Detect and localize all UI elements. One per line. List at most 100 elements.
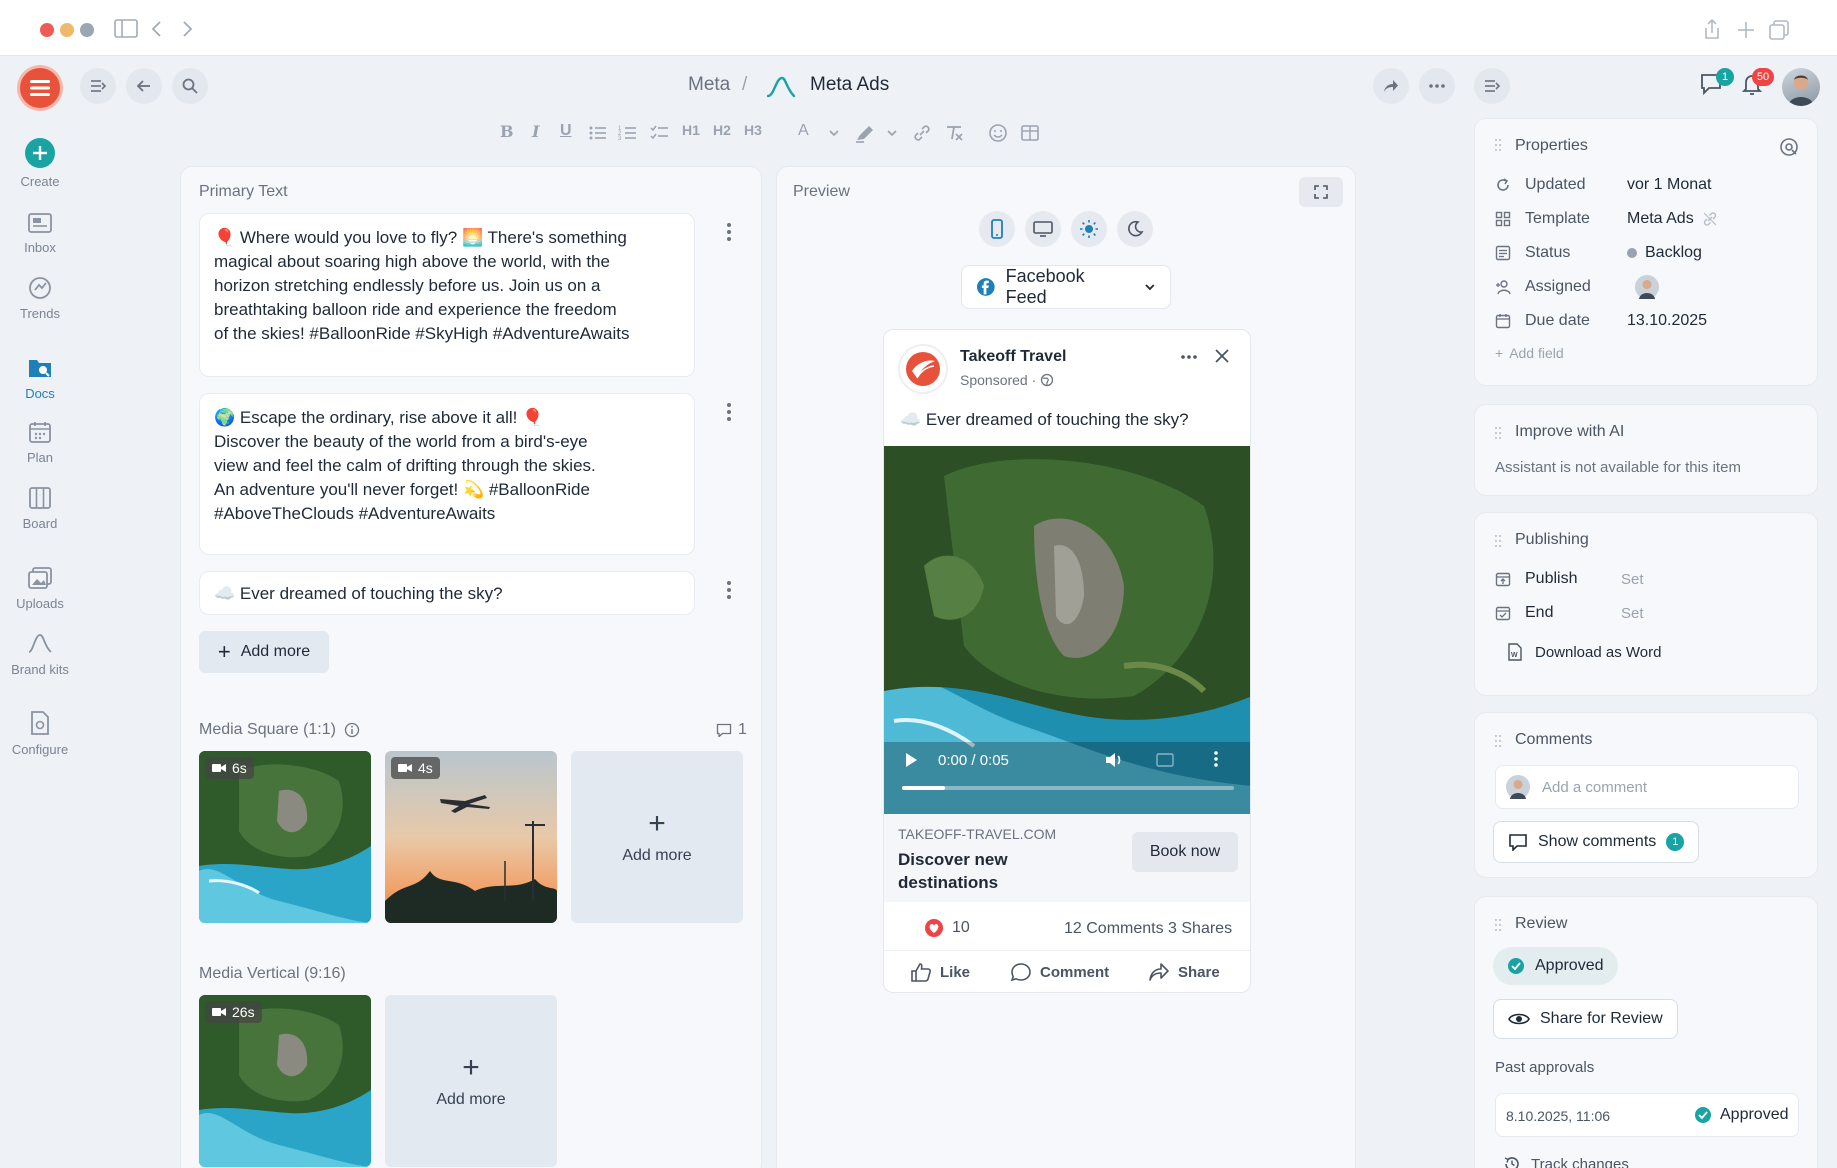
assignee-avatar[interactable] — [1627, 275, 1659, 299]
table-button[interactable] — [1020, 124, 1040, 142]
sidebar-item-configure[interactable]: Configure — [0, 710, 80, 757]
sidebar-item-uploads[interactable]: Uploads — [0, 566, 80, 611]
heading-2-button[interactable]: H2 — [713, 122, 731, 138]
share-window-icon[interactable] — [1702, 18, 1722, 42]
underline-button[interactable]: U — [560, 122, 572, 140]
post-video[interactable]: 0:00 / 0:05 — [884, 446, 1250, 814]
link-preview[interactable]: TAKEOFF-TRAVEL.COM Discover new destinat… — [884, 814, 1250, 902]
add-more-text-button[interactable]: + Add more — [199, 631, 329, 673]
variant-3-menu[interactable] — [727, 581, 731, 602]
collapse-menu-button[interactable] — [80, 68, 116, 104]
close-window-button[interactable] — [40, 23, 54, 37]
pip-button[interactable] — [1156, 752, 1174, 768]
variant-2-menu[interactable] — [727, 403, 731, 424]
past-approval-item[interactable]: 8.10.2025, 11:06 Approved — [1495, 1093, 1799, 1137]
highlighter-button[interactable] — [854, 123, 876, 143]
volume-button[interactable] — [1104, 752, 1124, 768]
download-word-button[interactable]: W Download as Word — [1507, 643, 1661, 661]
zoom-window-button[interactable] — [80, 23, 94, 37]
primary-text-variant-3[interactable]: ☁️ Ever dreamed of touching the sky? — [199, 571, 695, 615]
chevron-down-icon[interactable] — [886, 128, 898, 138]
heading-1-button[interactable]: H1 — [682, 122, 700, 138]
back-nav-icon[interactable] — [150, 18, 164, 40]
share-for-review-button[interactable]: Share for Review — [1493, 999, 1678, 1039]
sidebar-item-docs[interactable]: Docs — [0, 356, 80, 401]
drag-handle-icon[interactable] — [1495, 535, 1501, 549]
sidebar-item-board[interactable]: Board — [0, 486, 80, 531]
show-comments-button[interactable]: Show comments 1 — [1493, 821, 1700, 863]
add-field-button[interactable]: + Add field — [1495, 345, 1564, 361]
track-changes-button[interactable]: Track changes — [1503, 1155, 1629, 1168]
media-square-add-more[interactable]: + Add more — [571, 751, 743, 923]
comment-button[interactable]: Comment — [1010, 962, 1109, 982]
forward-nav-icon[interactable] — [180, 18, 194, 40]
font-color-button[interactable]: A — [798, 122, 809, 140]
publish-set-button[interactable]: Set — [1621, 571, 1644, 588]
sidebar-item-trends[interactable]: Trends — [0, 276, 80, 321]
primary-text-variant-1[interactable]: 🎈 Where would you love to fly? 🌅 There's… — [199, 213, 695, 377]
emoji-button[interactable] — [988, 123, 1008, 143]
feed-select[interactable]: Facebook Feed — [961, 265, 1171, 309]
breadcrumb-parent[interactable]: Meta — [688, 74, 730, 96]
drag-handle-icon[interactable] — [1495, 139, 1501, 153]
drag-handle-icon[interactable] — [1495, 427, 1501, 441]
media-comment-counter[interactable]: 1 — [716, 721, 747, 739]
numbered-list-button[interactable]: 123 — [618, 124, 638, 142]
sidebar-item-brand-kits[interactable]: Brand kits — [0, 632, 80, 677]
back-button[interactable] — [126, 68, 162, 104]
checklist-button[interactable] — [650, 124, 670, 142]
sidebar-item-plan[interactable]: Plan — [0, 420, 80, 465]
media-square-item-2[interactable]: 4s — [385, 751, 557, 923]
media-square-item-1[interactable]: 6s — [199, 751, 371, 923]
sidebar-item-create[interactable]: Create — [0, 138, 80, 189]
link-button[interactable] — [912, 124, 932, 142]
post-options-button[interactable] — [1180, 354, 1198, 360]
video-progress-track[interactable] — [902, 786, 1234, 790]
heading-3-button[interactable]: H3 — [744, 122, 762, 138]
post-close-button[interactable] — [1214, 348, 1230, 364]
bullet-list-button[interactable] — [588, 124, 608, 142]
desktop-view-button[interactable] — [1025, 211, 1061, 247]
variant-1-text[interactable]: 🎈 Where would you love to fly? 🌅 There's… — [214, 226, 634, 346]
fullscreen-button[interactable] — [1299, 177, 1343, 207]
share-button[interactable] — [1373, 68, 1409, 104]
chevron-down-icon[interactable] — [828, 128, 840, 138]
book-now-button[interactable]: Book now — [1132, 832, 1238, 872]
comment-input[interactable]: Add a comment — [1495, 765, 1799, 809]
media-vertical-item-1[interactable]: 26s — [199, 995, 371, 1167]
sidebar-item-inbox[interactable]: Inbox — [0, 212, 80, 255]
tab-overview-icon[interactable] — [1768, 18, 1790, 42]
mobile-view-button[interactable] — [979, 211, 1015, 247]
user-avatar[interactable] — [1782, 68, 1820, 106]
clear-format-button[interactable] — [944, 124, 964, 142]
sidebar-toggle-icon[interactable] — [114, 18, 138, 40]
notifications-button[interactable]: 50 — [1740, 68, 1774, 96]
like-button[interactable]: Like — [910, 962, 970, 982]
light-mode-button[interactable] — [1071, 211, 1107, 247]
minimize-window-button[interactable] — [60, 23, 74, 37]
chat-button[interactable]: 1 — [1700, 68, 1734, 96]
properties-settings-button[interactable] — [1779, 137, 1799, 157]
variant-1-menu[interactable] — [727, 223, 731, 244]
more-options-button[interactable] — [1419, 68, 1455, 104]
share-post-button[interactable]: Share — [1148, 962, 1220, 982]
search-button[interactable] — [172, 68, 208, 104]
drag-handle-icon[interactable] — [1495, 735, 1501, 749]
status-select[interactable]: Backlog — [1627, 244, 1702, 262]
new-tab-icon[interactable] — [1736, 18, 1756, 42]
italic-button[interactable]: I — [532, 122, 539, 141]
media-vertical-add-more[interactable]: + Add more — [385, 995, 557, 1167]
app-logo[interactable] — [20, 68, 60, 108]
due-date-value[interactable]: 13.10.2025 — [1627, 312, 1707, 330]
play-button[interactable] — [904, 752, 918, 768]
bold-button[interactable]: B — [500, 122, 514, 141]
dark-mode-button[interactable] — [1117, 211, 1153, 247]
variant-2-text[interactable]: 🌍 Escape the ordinary, rise above it all… — [214, 406, 614, 526]
template-value[interactable]: Meta Ads — [1627, 210, 1694, 228]
primary-text-variant-2[interactable]: 🌍 Escape the ordinary, rise above it all… — [199, 393, 695, 555]
end-set-button[interactable]: Set — [1621, 605, 1644, 622]
variant-3-text[interactable]: ☁️ Ever dreamed of touching the sky? — [214, 582, 680, 606]
toggle-panel-button[interactable] — [1474, 68, 1510, 104]
video-options-button[interactable] — [1214, 750, 1218, 768]
drag-handle-icon[interactable] — [1495, 919, 1501, 933]
